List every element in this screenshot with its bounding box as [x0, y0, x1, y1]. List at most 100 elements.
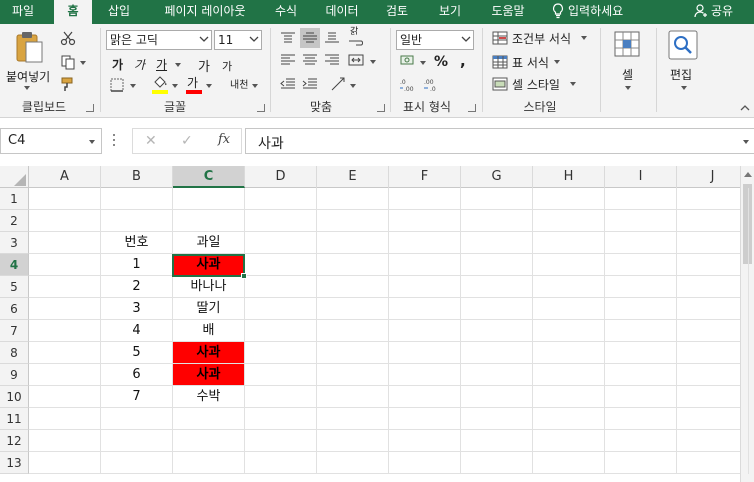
- tab-data[interactable]: 데이터: [316, 0, 368, 24]
- expand-formula-bar-icon[interactable]: [743, 140, 749, 144]
- orientation-dropdown-icon[interactable]: [350, 84, 356, 88]
- scroll-up-icon[interactable]: [744, 172, 752, 177]
- column-header-e[interactable]: E: [317, 166, 389, 188]
- font-name-select[interactable]: 맑은 고딕: [106, 30, 212, 50]
- column-header-f[interactable]: F: [389, 166, 461, 188]
- cell-c3[interactable]: 과일: [173, 232, 244, 253]
- font-launcher-icon[interactable]: [257, 104, 265, 112]
- decrease-indent-icon[interactable]: [280, 78, 296, 90]
- name-box[interactable]: C4: [0, 128, 102, 154]
- row-header-7[interactable]: 7: [0, 320, 29, 342]
- number-launcher-icon[interactable]: [468, 104, 476, 112]
- formula-input[interactable]: 사과: [245, 128, 754, 154]
- cell-styles-button[interactable]: 셀 스타일: [492, 76, 582, 94]
- conditional-formatting-button[interactable]: 조건부 서식: [492, 30, 592, 48]
- merge-dropdown-icon[interactable]: [370, 60, 376, 64]
- align-right-icon[interactable]: [324, 54, 340, 66]
- font-size-select[interactable]: 11: [214, 30, 262, 50]
- align-middle-button[interactable]: [300, 28, 320, 48]
- percent-style-button[interactable]: %: [434, 54, 448, 70]
- name-box-dropdown-icon[interactable]: [89, 140, 95, 144]
- row-header-12[interactable]: 12: [0, 430, 29, 452]
- column-header-a[interactable]: A: [29, 166, 101, 188]
- cell-b3[interactable]: 번호: [101, 232, 172, 253]
- align-left-icon[interactable]: [280, 54, 296, 66]
- cell-b10[interactable]: 7: [101, 386, 172, 407]
- font-color-button[interactable]: 가: [186, 74, 202, 94]
- insert-function-button[interactable]: fx: [218, 132, 230, 147]
- clipboard-launcher-icon[interactable]: [86, 104, 94, 112]
- worksheet-grid[interactable]: ABCDEFGHIJ 1 2 3 4 5 6 7 8 9 10 11 12 13 번호 과일 1 사과 2 바나나 3…: [0, 166, 754, 482]
- cut-icon[interactable]: [60, 30, 76, 46]
- underline-button[interactable]: 가: [156, 56, 167, 73]
- cell-c5[interactable]: 바나나: [173, 276, 244, 297]
- comma-style-button[interactable]: ,: [460, 52, 466, 70]
- format-painter-icon[interactable]: [60, 76, 76, 92]
- vertical-scrollbar[interactable]: [740, 166, 754, 482]
- underline-dropdown-icon[interactable]: [175, 63, 181, 67]
- cell-b8[interactable]: 5: [101, 342, 172, 363]
- decrease-decimal-icon[interactable]: .00.0: [424, 78, 442, 92]
- cell-c7[interactable]: 배: [173, 320, 244, 341]
- row-header-4[interactable]: 4: [0, 254, 29, 276]
- collapse-ribbon-icon[interactable]: [740, 104, 750, 112]
- italic-button[interactable]: 가: [134, 56, 145, 73]
- column-header-g[interactable]: G: [461, 166, 533, 188]
- tab-view[interactable]: 보기: [428, 0, 472, 24]
- copy-dropdown-icon[interactable]: [80, 61, 86, 65]
- select-all-button[interactable]: [0, 166, 29, 188]
- cancel-icon[interactable]: ✕: [145, 133, 157, 149]
- row-header-3[interactable]: 3: [0, 232, 29, 254]
- cell-b7[interactable]: 4: [101, 320, 172, 341]
- accounting-format-icon[interactable]: [400, 54, 416, 68]
- copy-icon[interactable]: [60, 54, 76, 70]
- row-header-2[interactable]: 2: [0, 210, 29, 232]
- tab-file[interactable]: 파일: [0, 0, 46, 24]
- tab-insert[interactable]: 삽입: [98, 0, 140, 24]
- phonetic-button[interactable]: 내천: [230, 76, 248, 91]
- increase-font-button[interactable]: 가: [198, 56, 210, 75]
- orientation-icon[interactable]: [330, 76, 346, 92]
- paste-button[interactable]: 붙여넣기: [6, 28, 50, 92]
- row-header-6[interactable]: 6: [0, 298, 29, 320]
- row-header-10[interactable]: 10: [0, 386, 29, 408]
- cell-b4[interactable]: 1: [101, 254, 172, 275]
- column-header-j[interactable]: J: [677, 166, 749, 188]
- tab-page-layout[interactable]: 페이지 레이아웃: [150, 0, 260, 24]
- formula-bar-resize-handle[interactable]: [113, 134, 116, 148]
- accounting-dropdown-icon[interactable]: [420, 61, 426, 65]
- cell-c9[interactable]: 사과: [173, 364, 244, 385]
- cell-b6[interactable]: 3: [101, 298, 172, 319]
- cell-c8[interactable]: 사과: [173, 342, 244, 363]
- align-center-icon[interactable]: [302, 54, 318, 66]
- row-header-1[interactable]: 1: [0, 188, 29, 210]
- number-format-select[interactable]: 일반: [396, 30, 474, 50]
- wrap-text-button[interactable]: 갉: [350, 28, 358, 37]
- fill-color-dropdown-icon[interactable]: [172, 84, 178, 88]
- cell-c10[interactable]: 수박: [173, 386, 244, 407]
- format-as-table-button[interactable]: 표 서식: [492, 54, 582, 72]
- row-header-11[interactable]: 11: [0, 408, 29, 430]
- cell-b9[interactable]: 6: [101, 364, 172, 385]
- borders-icon[interactable]: [110, 78, 124, 92]
- cells-button[interactable]: 셀: [608, 28, 648, 94]
- increase-decimal-icon[interactable]: .0.00: [400, 78, 418, 92]
- row-header-5[interactable]: 5: [0, 276, 29, 298]
- column-header-i[interactable]: I: [605, 166, 677, 188]
- row-header-8[interactable]: 8: [0, 342, 29, 364]
- borders-dropdown-icon[interactable]: [130, 84, 136, 88]
- decrease-font-button[interactable]: 가: [222, 58, 232, 74]
- row-header-9[interactable]: 9: [0, 364, 29, 386]
- column-header-h[interactable]: H: [533, 166, 605, 188]
- tab-help[interactable]: 도움말: [480, 0, 536, 24]
- tab-formulas[interactable]: 수식: [266, 0, 306, 24]
- tab-review[interactable]: 검토: [376, 0, 418, 24]
- column-header-c[interactable]: C: [173, 166, 245, 188]
- fill-handle[interactable]: [241, 273, 247, 279]
- cell-c6[interactable]: 딸기: [173, 298, 244, 319]
- cell-b5[interactable]: 2: [101, 276, 172, 297]
- row-header-13[interactable]: 13: [0, 452, 29, 474]
- column-header-d[interactable]: D: [245, 166, 317, 188]
- align-top-icon[interactable]: [280, 32, 296, 44]
- alignment-launcher-icon[interactable]: [377, 104, 385, 112]
